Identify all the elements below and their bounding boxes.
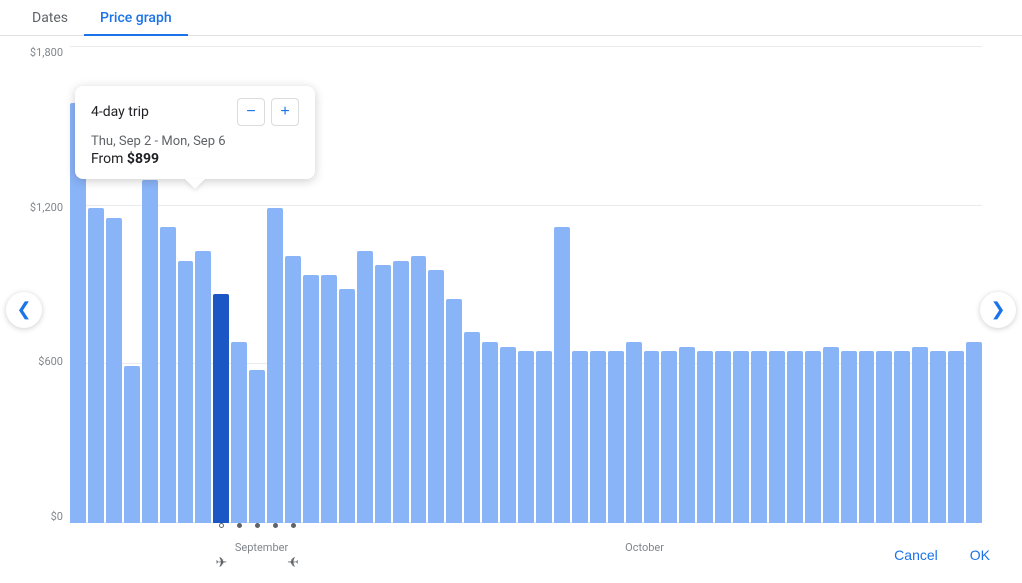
tooltip-price-value: $899 [127, 151, 159, 167]
price-tooltip: 4-day trip − + Thu, Sep 2 - Mon, Sep 6 F… [75, 86, 315, 179]
tooltip-price: From $899 [91, 151, 299, 167]
bar-40[interactable] [787, 351, 803, 523]
y-axis: $1,800 $1,200 $600 $0 [8, 46, 63, 523]
plane-row: ✈✈ [70, 555, 982, 571]
bar-28[interactable] [572, 351, 588, 523]
bar-20[interactable] [428, 270, 444, 523]
dot-slot-9 [231, 523, 247, 528]
plane-arrive-icon: ✈ [287, 555, 299, 571]
bar-24[interactable] [500, 347, 516, 523]
tooltip-from-text: From [91, 151, 127, 167]
dot-slot-10 [249, 523, 265, 528]
plane-depart-icon: ✈ [213, 555, 229, 571]
bar-48[interactable] [930, 351, 946, 523]
minus-button[interactable]: − [237, 98, 265, 126]
x-label-october: October [625, 541, 664, 554]
bar-10[interactable] [249, 370, 265, 523]
bar-49[interactable] [948, 351, 964, 523]
tooltip-controls: − + [237, 98, 299, 126]
bar-38[interactable] [751, 351, 767, 523]
bar-3[interactable] [124, 366, 140, 523]
dot-circle-11 [273, 523, 278, 528]
bar-18[interactable] [393, 261, 409, 523]
bar-35[interactable] [697, 351, 713, 523]
bar-6[interactable] [178, 261, 194, 523]
bar-11[interactable] [267, 208, 283, 523]
bar-4[interactable] [142, 180, 158, 523]
bar-45[interactable] [876, 351, 892, 523]
bar-44[interactable] [859, 351, 875, 523]
bar-41[interactable] [805, 351, 821, 523]
bar-5[interactable] [160, 227, 176, 523]
bar-27[interactable] [554, 227, 570, 523]
nav-next-button[interactable]: ❯ [980, 292, 1016, 328]
y-label-1800: $1,800 [30, 46, 63, 59]
bar-39[interactable] [769, 351, 785, 523]
bar-50[interactable] [966, 342, 982, 523]
bar-31[interactable] [626, 342, 642, 523]
bar-2[interactable] [106, 218, 122, 523]
dot-circle-9 [237, 523, 242, 528]
bar-15[interactable] [339, 289, 355, 523]
y-label-1200: $1,200 [30, 201, 63, 214]
bar-1[interactable] [88, 208, 104, 523]
tab-dates[interactable]: Dates [16, 2, 84, 36]
cancel-button[interactable]: Cancel [882, 539, 950, 571]
bar-21[interactable] [446, 299, 462, 523]
dot-circle-8 [219, 523, 224, 528]
bar-37[interactable] [733, 351, 749, 523]
bar-29[interactable] [590, 351, 606, 523]
plus-button[interactable]: + [271, 98, 299, 126]
bar-34[interactable] [679, 347, 695, 523]
bar-14[interactable] [321, 275, 337, 523]
tooltip-header: 4-day trip − + [91, 98, 299, 126]
plane-slot-12: ✈ [285, 555, 301, 571]
bar-7[interactable] [195, 251, 211, 523]
bar-22[interactable] [464, 332, 480, 523]
x-label-september: September [235, 541, 288, 554]
bar-42[interactable] [823, 347, 839, 523]
bar-23[interactable] [482, 342, 498, 523]
bar-9[interactable] [231, 342, 247, 523]
tooltip-trip-label: 4-day trip [91, 104, 149, 120]
bar-36[interactable] [715, 351, 731, 523]
tab-price-graph[interactable]: Price graph [84, 2, 188, 36]
y-label-600: $600 [38, 355, 63, 368]
bar-13[interactable] [303, 275, 319, 523]
dot-circle-10 [255, 523, 260, 528]
bar-25[interactable] [518, 351, 534, 523]
dot-slot-8 [213, 523, 229, 528]
ok-button[interactable]: OK [958, 539, 1002, 571]
bar-46[interactable] [894, 351, 910, 523]
bar-8[interactable] [213, 294, 229, 523]
nav-prev-button[interactable]: ❮ [6, 292, 42, 328]
chart-area: 4-day trip − + Thu, Sep 2 - Mon, Sep 6 F… [0, 36, 1022, 583]
bar-47[interactable] [912, 347, 928, 523]
bar-30[interactable] [608, 351, 624, 523]
bar-43[interactable] [841, 351, 857, 523]
bar-33[interactable] [661, 351, 677, 523]
dots-row [70, 523, 982, 528]
tooltip-date: Thu, Sep 2 - Mon, Sep 6 [91, 134, 299, 149]
bar-32[interactable] [644, 351, 660, 523]
bar-16[interactable] [357, 251, 373, 523]
dot-circle-12 [291, 523, 296, 528]
bar-26[interactable] [536, 351, 552, 523]
tabs-bar: Dates Price graph [0, 0, 1022, 36]
bar-19[interactable] [411, 256, 427, 523]
dot-slot-12 [285, 523, 301, 528]
bar-17[interactable] [375, 265, 391, 523]
bar-12[interactable] [285, 256, 301, 523]
action-buttons: Cancel OK [882, 539, 1002, 571]
y-label-0: $0 [51, 510, 63, 523]
dot-slot-11 [267, 523, 283, 528]
